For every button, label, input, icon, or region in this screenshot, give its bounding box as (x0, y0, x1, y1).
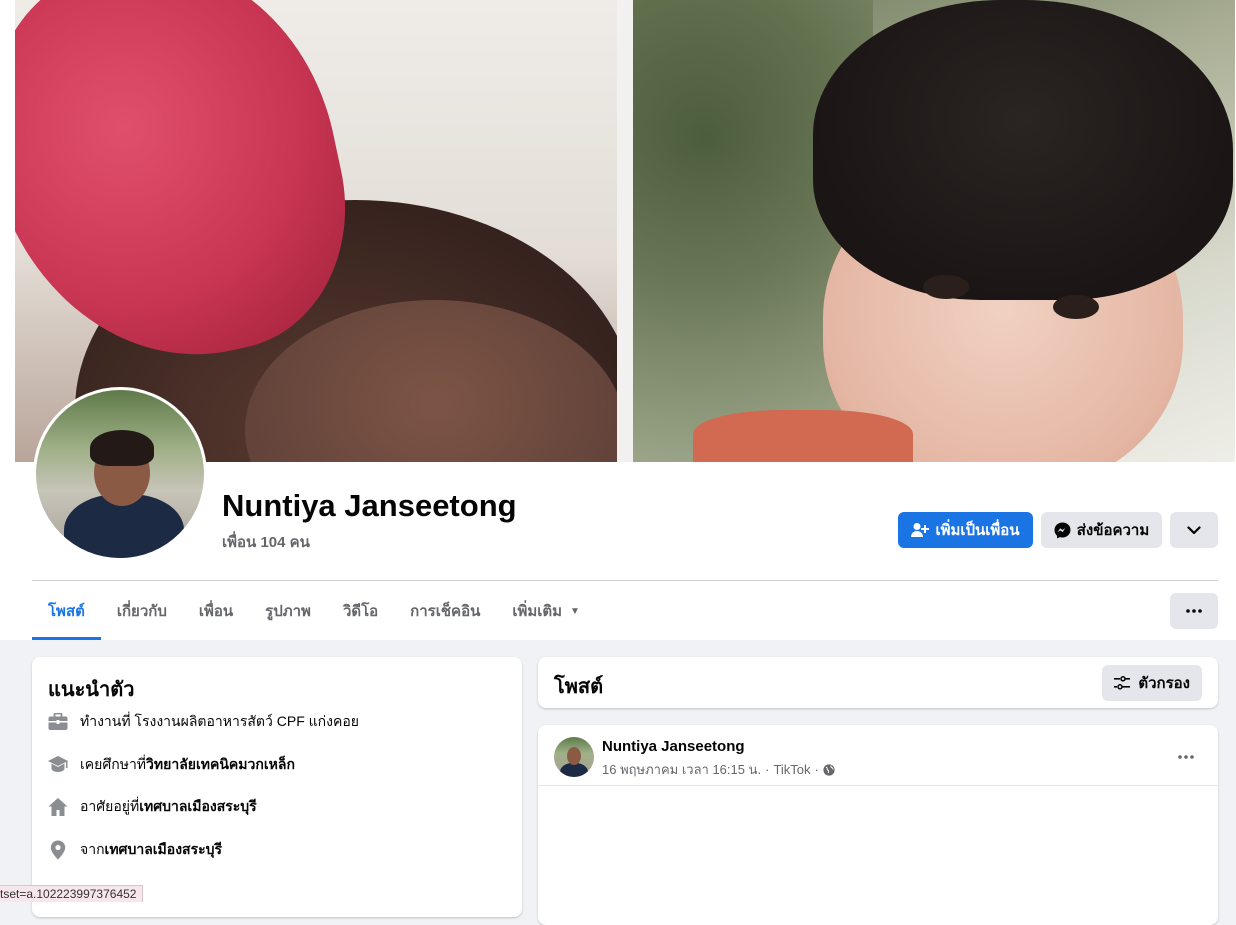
profile-tabs: โพสต์ เกี่ยวกับ เพื่อน รูปภาพ วิดีโอ การ… (32, 582, 596, 640)
graduation-cap-icon (46, 753, 70, 777)
posts-header-card: โพสต์ ตัวกรอง (538, 657, 1218, 708)
globe-icon[interactable] (823, 763, 835, 776)
friends-count[interactable]: เพื่อน 104 คน (222, 530, 310, 554)
intro-education-prefix: เคยศึกษาที่ (80, 756, 147, 772)
cover-photo[interactable] (15, 0, 1235, 462)
tab-photos[interactable]: รูปภาพ (249, 582, 327, 640)
post-date[interactable]: 16 พฤษภาคม เวลา 16:15 น. (602, 759, 761, 780)
add-friend-label: เพิ่มเป็นเพื่อน (935, 522, 1020, 539)
more-dots-icon (1186, 609, 1202, 613)
intro-lives: อาศัยอยู่ที่ เทศบาลเมืองสระบุรี (46, 795, 257, 819)
tab-posts[interactable]: โพสต์ (32, 582, 101, 640)
post-card: Nuntiya Janseetong 16 พฤษภาคม เวลา 16:15… (538, 725, 1218, 925)
filter-button[interactable]: ตัวกรอง (1102, 665, 1202, 701)
add-friend-icon (911, 522, 930, 538)
post-author-avatar[interactable] (554, 737, 594, 777)
tab-videos[interactable]: วิดีโอ (327, 582, 394, 640)
profile-avatar[interactable] (33, 387, 207, 561)
post-source: TikTok (773, 762, 811, 777)
post-author-name[interactable]: Nuntiya Janseetong (602, 738, 745, 755)
post-divider (538, 785, 1218, 786)
tab-checkins[interactable]: การเช็คอิน (394, 582, 496, 640)
filter-label: ตัวกรอง (1138, 675, 1190, 692)
profile-name: Nuntiya Janseetong (222, 488, 517, 523)
cover-photo-right (633, 0, 1235, 462)
message-label: ส่งข้อความ (1076, 522, 1150, 539)
intro-education: เคยศึกษาที่ วิทยาลัยเทคนิคมวกเหล็ก (46, 753, 295, 777)
tab-about[interactable]: เกี่ยวกับ (101, 582, 183, 640)
tab-friends[interactable]: เพื่อน (183, 582, 249, 640)
add-friend-button[interactable]: เพิ่มเป็นเพื่อน (898, 512, 1033, 548)
caret-down-icon: ▼ (570, 605, 580, 617)
intro-work-text[interactable]: ทำงานที่ โรงงานผลิตอาหารสัตว์ CPF แก่งคอ… (80, 711, 359, 733)
messenger-icon (1054, 522, 1071, 539)
status-bar-url: tset=a.102223997376452 (0, 885, 144, 902)
intro-title: แนะนำตัว (48, 679, 135, 701)
more-options-button[interactable] (1170, 593, 1218, 629)
intro-card: แนะนำตัว ทำงานที่ โรงงานผลิตอาหารสัตว์ C… (32, 657, 522, 917)
posts-title: โพสต์ (554, 676, 604, 698)
intro-from-place[interactable]: เทศบาลเมืองสระบุรี (105, 839, 222, 861)
intro-work: ทำงานที่ โรงงานผลิตอาหารสัตว์ CPF แก่งคอ… (46, 710, 359, 734)
tab-more[interactable]: เพิ่มเติม ▼ (496, 582, 596, 640)
post-options-button[interactable] (1168, 739, 1204, 775)
profile-options-dropdown[interactable] (1170, 512, 1218, 548)
intro-lives-prefix: อาศัยอยู่ที่ (80, 798, 140, 814)
header-divider (32, 580, 1218, 581)
more-dots-icon (1178, 755, 1194, 759)
briefcase-icon (46, 710, 70, 734)
intro-from-prefix: จาก (80, 841, 105, 857)
location-pin-icon (46, 838, 70, 862)
chevron-down-icon (1187, 525, 1201, 535)
home-icon (46, 795, 70, 819)
filter-sliders-icon (1114, 676, 1131, 690)
intro-education-place[interactable]: วิทยาลัยเทคนิคมวกเหล็ก (146, 754, 295, 776)
post-meta: 16 พฤษภาคม เวลา 16:15 น. · TikTok · (602, 759, 835, 780)
intro-lives-place[interactable]: เทศบาลเมืองสระบุรี (139, 796, 256, 818)
avatar-image (36, 390, 204, 558)
message-button[interactable]: ส่งข้อความ (1041, 512, 1162, 548)
intro-from: จาก เทศบาลเมืองสระบุรี (46, 838, 222, 862)
